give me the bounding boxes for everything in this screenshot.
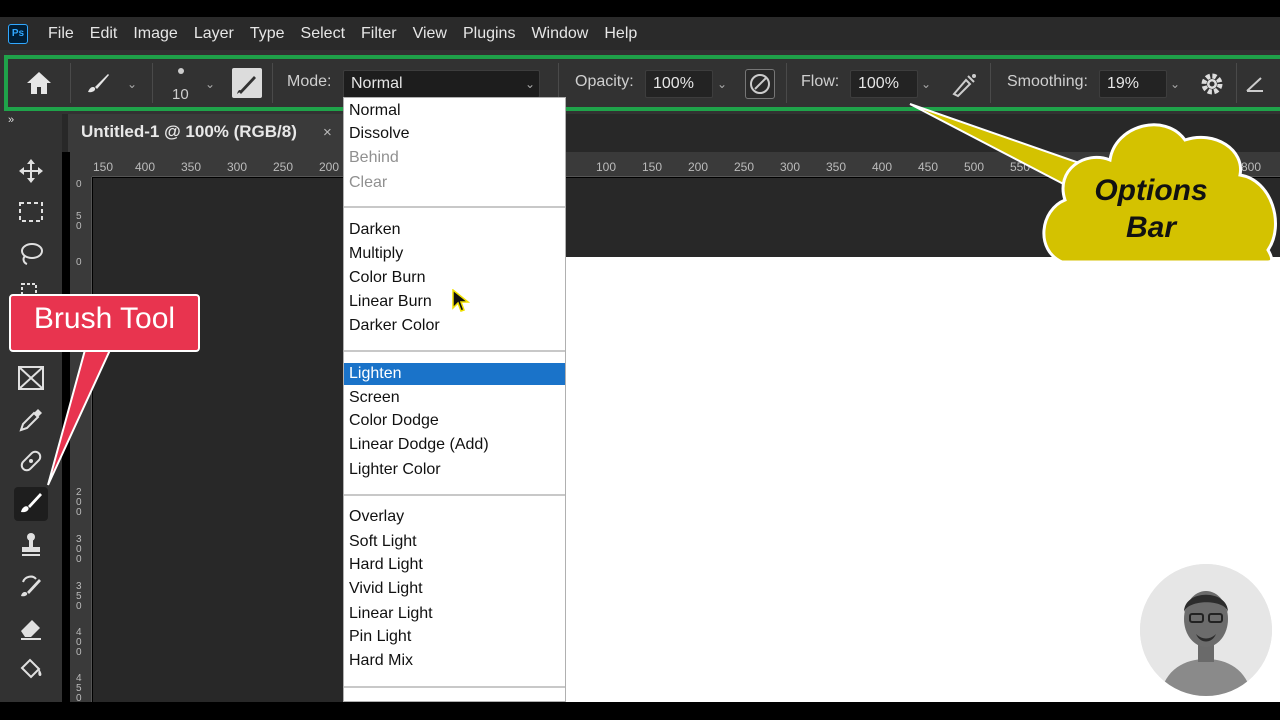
options-bar-callout-line2: Bar bbox=[1125, 211, 1177, 244]
options-callout-pointer bbox=[909, 103, 1087, 192]
brush-tool-callout-label: Brush Tool bbox=[33, 302, 176, 335]
bottom-letterbox bbox=[0, 702, 1280, 720]
options-bar-callout-label: Options Bar bbox=[1068, 172, 1234, 246]
options-bar-callout-line1: Options bbox=[1094, 174, 1208, 207]
brush-callout-pointer bbox=[47, 349, 112, 486]
presenter-webcam bbox=[1137, 561, 1275, 699]
presenter-avatar bbox=[1140, 564, 1272, 696]
callout-shapes bbox=[47, 103, 1277, 486]
